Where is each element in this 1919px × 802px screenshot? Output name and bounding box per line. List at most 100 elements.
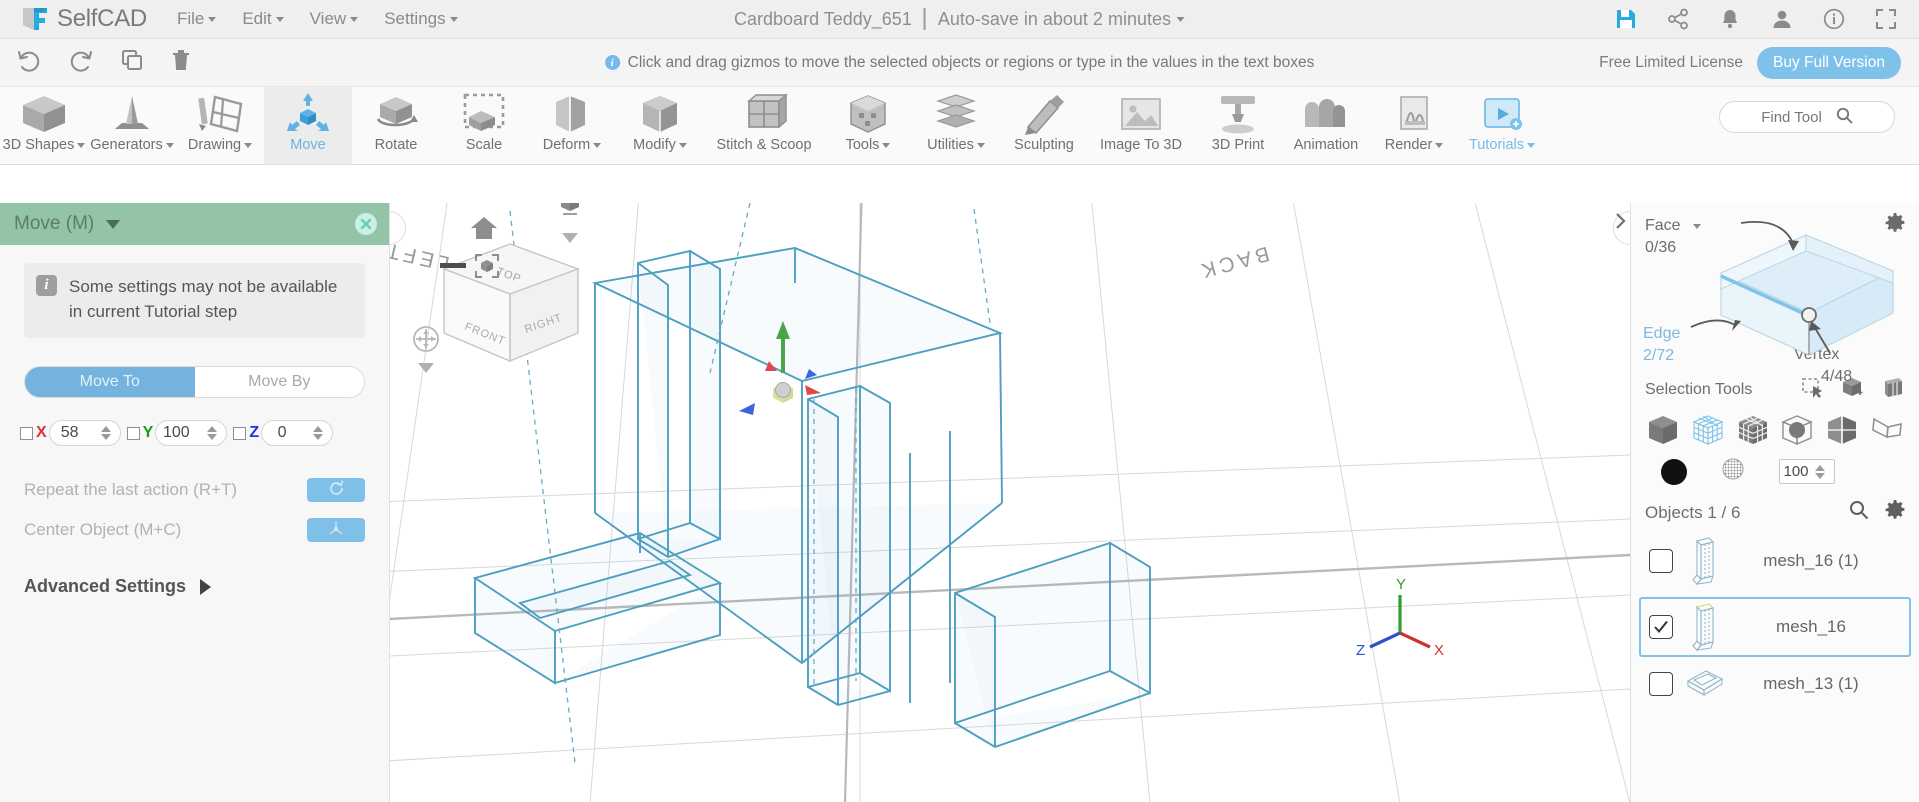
axis-y-stepper[interactable] xyxy=(204,426,220,441)
tool-image-to-3d[interactable]: Image To 3D xyxy=(1088,87,1194,164)
opacity-stepper[interactable] xyxy=(1812,464,1828,479)
open-box-diagram xyxy=(1690,221,1895,356)
tool-rotate[interactable]: Rotate xyxy=(352,87,440,164)
chevron-down-icon[interactable] xyxy=(106,219,121,229)
chevron-down-icon xyxy=(208,16,217,22)
chevron-down-icon xyxy=(976,142,985,148)
copy-icon[interactable] xyxy=(120,48,144,77)
chevron-down-icon xyxy=(244,142,253,148)
repeat-action-label: Repeat the last action (R+T) xyxy=(24,480,238,500)
redo-icon[interactable] xyxy=(68,48,94,77)
move-panel-header[interactable]: Move (M) xyxy=(0,203,389,245)
tool-sculpting-label-wrap: Sculpting xyxy=(1014,137,1074,153)
close-icon[interactable] xyxy=(355,213,377,235)
axis-x-checkbox[interactable] xyxy=(20,426,33,440)
list-item[interactable]: mesh_16 xyxy=(1639,597,1911,657)
menu-file[interactable]: File xyxy=(177,9,217,29)
undo-icon[interactable] xyxy=(16,48,42,77)
advanced-settings-toggle[interactable]: Advanced Settings xyxy=(24,576,365,597)
autosave-status[interactable]: Auto-save in about 2 minutes xyxy=(938,9,1185,30)
cube-sphere-icon[interactable] xyxy=(1777,411,1817,449)
tool-tutorials[interactable]: Tutorials xyxy=(1458,87,1546,164)
flat-plane-icon[interactable] xyxy=(1867,411,1907,449)
tool-animation[interactable]: Animation xyxy=(1282,87,1370,164)
find-tool-search[interactable]: Find Tool xyxy=(1719,101,1895,133)
move-by-tab[interactable]: Move By xyxy=(195,367,365,397)
hint-text: Click and drag gizmos to move the select… xyxy=(627,53,1315,71)
half-cube-icon[interactable] xyxy=(1822,411,1862,449)
cone-icon xyxy=(105,93,159,135)
axis-y-checkbox[interactable] xyxy=(126,426,140,440)
list-item[interactable]: mesh_13 (1) xyxy=(1639,663,1911,705)
view-cube-icon: TOP FRONT RIGHT xyxy=(440,243,581,363)
tool-utilities[interactable]: Utilities xyxy=(912,87,1000,164)
tool-stitch-scoop[interactable]: Stitch & Scoop xyxy=(704,87,824,164)
axis-x-input[interactable]: 58 xyxy=(48,420,121,447)
repeat-action-button[interactable] xyxy=(307,478,365,503)
list-item[interactable]: mesh_16 (1) xyxy=(1639,531,1911,591)
gear-icon[interactable] xyxy=(1885,500,1905,525)
tool-drawing[interactable]: Drawing xyxy=(176,87,264,164)
tool-label: Generators xyxy=(90,137,163,153)
tool-move[interactable]: Move xyxy=(264,87,352,164)
menu-list: File Edit View Settings xyxy=(177,9,458,29)
axis-z-input[interactable]: 0 xyxy=(261,420,334,447)
document-title[interactable]: Cardboard Teddy_651 xyxy=(734,9,912,30)
tool-rotate-label-wrap: Rotate xyxy=(375,137,418,153)
tool-scale[interactable]: Scale xyxy=(440,87,528,164)
axis-z-stepper[interactable] xyxy=(310,426,326,441)
move-mode-toggle: Move To Move By xyxy=(24,366,365,399)
tool-label: Image To 3D xyxy=(1100,137,1182,153)
axis-y-input[interactable]: 100 xyxy=(155,420,228,447)
object-checkbox[interactable] xyxy=(1649,549,1673,573)
axis-x-group: X xyxy=(20,424,47,442)
document-title-group: Cardboard Teddy_651 Auto-save in about 2… xyxy=(734,8,1185,30)
tool-generators[interactable]: Generators xyxy=(88,87,176,164)
chevron-down-icon xyxy=(1176,16,1185,22)
object-checkbox[interactable] xyxy=(1649,615,1673,639)
tool-tools-label-wrap: Tools xyxy=(846,137,891,153)
share-icon[interactable] xyxy=(1667,8,1689,30)
3d-print-icon xyxy=(1211,93,1265,135)
hint-banner: i Click and drag gizmos to move the sele… xyxy=(604,53,1315,72)
opacity-input[interactable]: 100 xyxy=(1779,459,1835,484)
info-icon[interactable] xyxy=(1823,8,1845,30)
wireframe-cube-icon[interactable] xyxy=(1688,411,1728,449)
subdivided-cube-icon[interactable] xyxy=(1733,411,1773,449)
object-checkbox[interactable] xyxy=(1649,672,1673,696)
center-object-button[interactable] xyxy=(307,518,365,543)
chevron-down-icon xyxy=(275,16,284,22)
tool-modify[interactable]: Modify xyxy=(616,87,704,164)
texture-sphere-icon[interactable] xyxy=(1721,457,1745,486)
3d-viewport[interactable]: LEFT BACK TOP FRONT RIGHT Y X Z xyxy=(390,203,1630,802)
menu-view-label: View xyxy=(309,9,347,28)
ground-label-left: LEFT xyxy=(390,238,452,276)
menu-view[interactable]: View xyxy=(310,9,359,29)
menu-edit[interactable]: Edit xyxy=(242,9,284,29)
menu-settings[interactable]: Settings xyxy=(384,9,458,29)
solid-cube-icon[interactable] xyxy=(1643,411,1683,449)
move-to-tab[interactable]: Move To xyxy=(25,367,195,398)
save-icon[interactable] xyxy=(1615,8,1637,30)
axis-z-checkbox[interactable] xyxy=(233,426,247,440)
tool-image-to-3d-label-wrap: Image To 3D xyxy=(1100,137,1182,153)
tool-label: Tutorials xyxy=(1468,137,1525,153)
buy-full-version-button[interactable]: Buy Full Version xyxy=(1757,46,1901,79)
tool-3d-shapes[interactable]: 3D Shapes xyxy=(0,87,88,164)
tool-3d-print[interactable]: 3D Print xyxy=(1194,87,1282,164)
bell-icon[interactable] xyxy=(1719,8,1741,30)
search-icon[interactable] xyxy=(1849,500,1869,525)
trash-icon[interactable] xyxy=(170,48,192,77)
user-icon[interactable] xyxy=(1771,8,1793,30)
tool-tools[interactable]: Tools xyxy=(824,87,912,164)
tool-deform[interactable]: Deform xyxy=(528,87,616,164)
object-thumbnail xyxy=(1681,601,1727,653)
tool-sculpting[interactable]: Sculpting xyxy=(1000,87,1088,164)
tool-move-label-wrap: Move xyxy=(290,137,325,153)
fullscreen-icon[interactable] xyxy=(1875,8,1897,30)
tool-label: 3D Shapes xyxy=(2,137,75,153)
find-tool-placeholder: Find Tool xyxy=(1761,108,1822,126)
tool-render[interactable]: Render xyxy=(1370,87,1458,164)
color-circle-icon[interactable] xyxy=(1661,458,1687,485)
axis-x-stepper[interactable] xyxy=(98,426,114,441)
